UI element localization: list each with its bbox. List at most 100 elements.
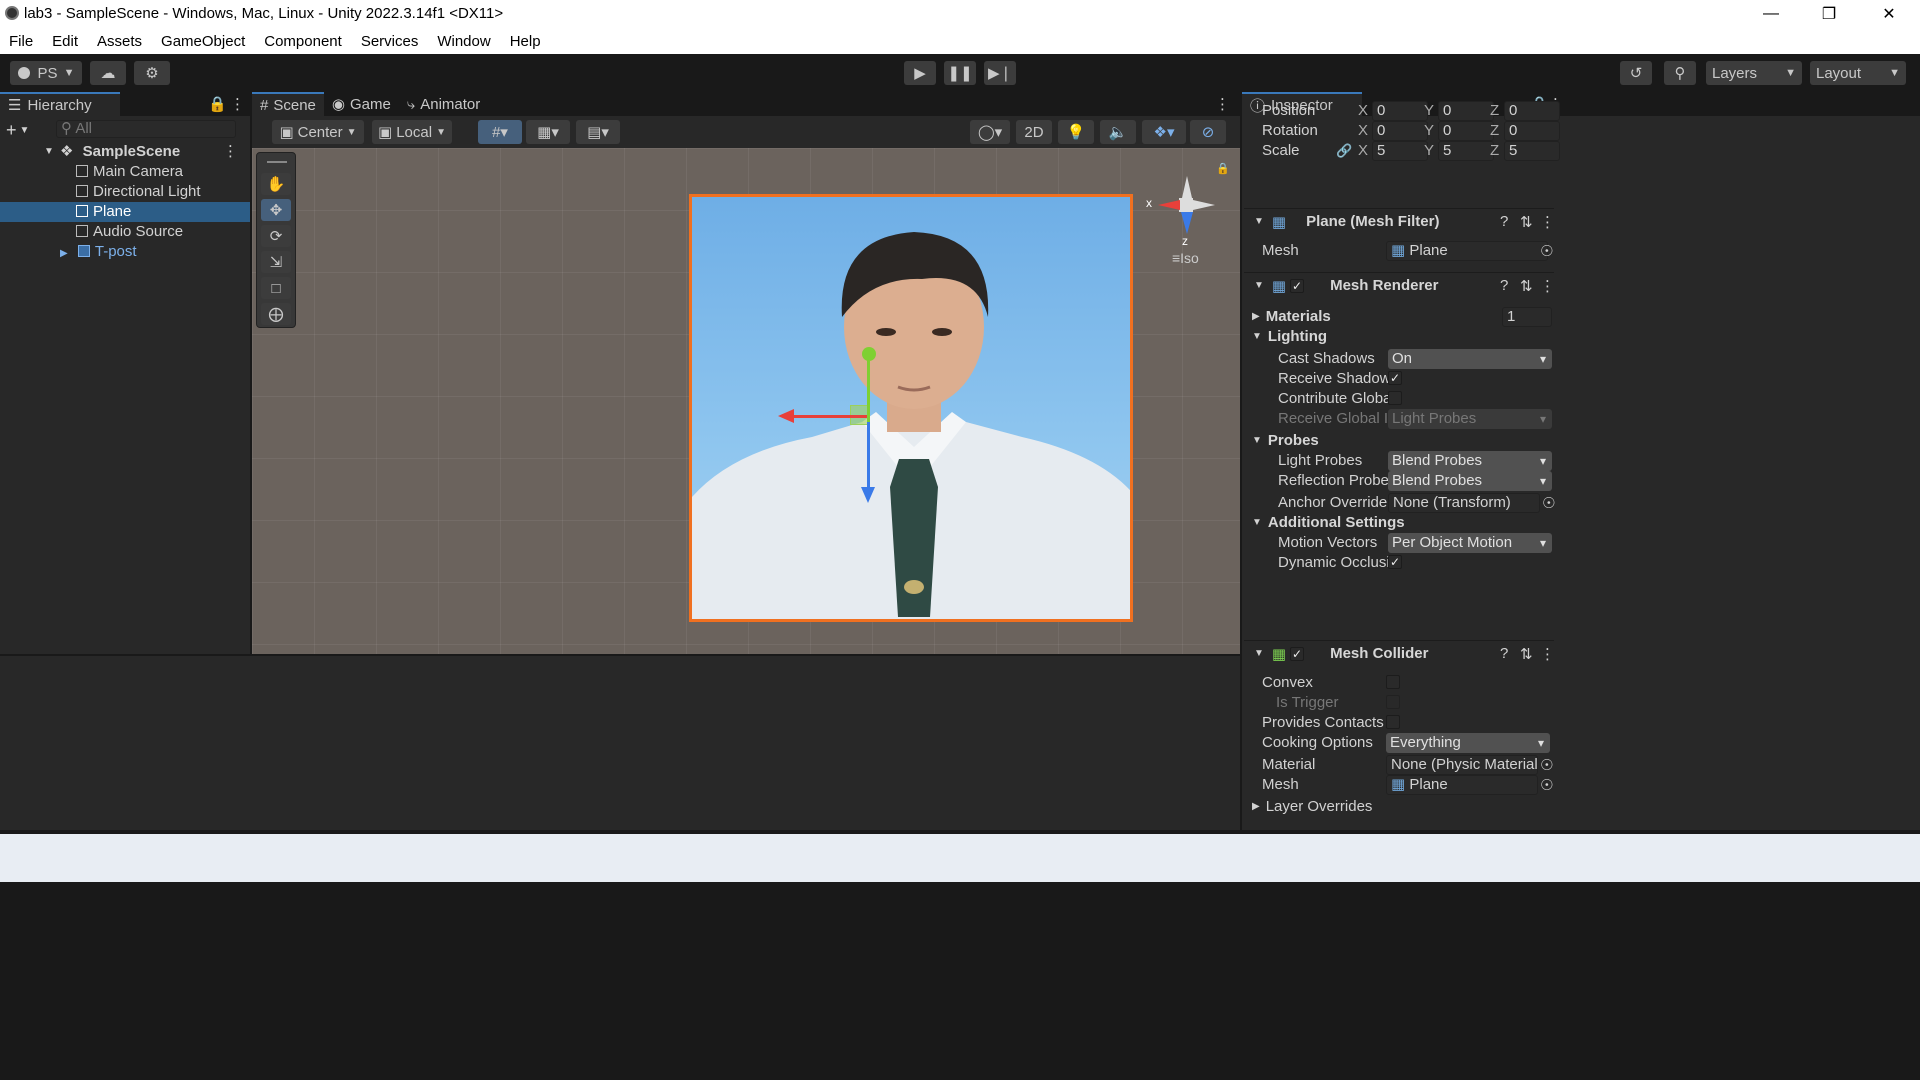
maximize-button[interactable]: ❐	[1800, 0, 1858, 28]
menu-window[interactable]: Window	[437, 33, 490, 50]
minimize-button[interactable]: —	[1742, 0, 1800, 28]
scale-x-field[interactable]: 5	[1372, 140, 1428, 161]
rotate-tool-button[interactable]: ⟳	[261, 225, 291, 247]
help-icon[interactable]: ?	[1500, 277, 1508, 294]
x-axis-arrow-icon[interactable]	[778, 409, 794, 423]
gizmo-x-cone-icon[interactable]	[1158, 200, 1180, 210]
tab-hierarchy[interactable]: ☰ Hierarchy	[0, 92, 120, 116]
play-button[interactable]: ▶	[904, 61, 936, 85]
preset-icon[interactable]: ⇅	[1520, 277, 1533, 295]
pause-button[interactable]: ❚❚	[944, 61, 976, 85]
more-icon[interactable]: ⋮	[1540, 277, 1555, 295]
mesh-collider-header[interactable]: ▼ ▦ ✓ Mesh Collider ? ⇅ ⋮	[1244, 640, 1555, 666]
dynamic-occlusion-checkbox[interactable]: ✓	[1388, 555, 1402, 569]
increment-snap-button[interactable]: ▤▾	[576, 120, 620, 144]
mesh-filter-header[interactable]: ▼ ▦ Plane (Mesh Filter) ? ⇅ ⋮	[1244, 208, 1555, 234]
move-tool-button[interactable]: ✥	[261, 199, 291, 221]
more-icon[interactable]: ⋮	[230, 95, 245, 113]
foldout-arrow-icon[interactable]: ▼	[1254, 216, 1264, 227]
hierarchy-item[interactable]: Main Camera	[0, 162, 250, 182]
link-icon[interactable]: 🔗	[1336, 143, 1352, 159]
cooking-options-dropdown[interactable]: Everything	[1386, 732, 1550, 753]
pivot-dropdown[interactable]: ▣ Center ▼	[272, 120, 364, 144]
chevron-down-icon[interactable]: ▼	[20, 125, 30, 136]
orientation-gizmo[interactable]: x z ≡Iso 🔒	[1146, 163, 1230, 270]
gizmo-lock-icon[interactable]: 🔒	[1216, 162, 1230, 175]
menu-assets[interactable]: Assets	[97, 33, 142, 50]
scale-y-field[interactable]: 5	[1438, 140, 1494, 161]
menu-services[interactable]: Services	[361, 33, 419, 50]
space-dropdown[interactable]: ▣ Local ▼	[372, 120, 452, 144]
tab-game[interactable]: ◉ Game	[324, 92, 399, 116]
object-picker-icon[interactable]: ☉	[1540, 776, 1553, 794]
mesh-field[interactable]: ▦ Plane	[1386, 240, 1548, 261]
receive-shadows-checkbox[interactable]: ✓	[1388, 371, 1402, 385]
help-icon[interactable]: ?	[1500, 645, 1508, 662]
more-icon[interactable]: ⋮	[223, 142, 238, 162]
layers-dropdown[interactable]: Layers ▼	[1706, 61, 1802, 85]
cloud-button[interactable]: ☁	[90, 61, 126, 85]
preset-icon[interactable]: ⇅	[1520, 645, 1533, 663]
collab-settings-button[interactable]: ⚙	[134, 61, 170, 85]
hierarchy-item[interactable]: Directional Light	[0, 182, 250, 202]
menu-gameobject[interactable]: GameObject	[161, 33, 245, 50]
gizmo-center-cube[interactable]	[1179, 198, 1193, 212]
more-icon[interactable]: ⋮	[1215, 95, 1230, 113]
mesh-renderer-enabled-checkbox[interactable]: ✓	[1290, 279, 1304, 293]
tab-animator[interactable]: ⤷ Animator	[399, 92, 488, 116]
gizmo-y-cone-icon[interactable]	[1182, 176, 1192, 198]
menu-component[interactable]: Component	[264, 33, 342, 50]
effects-dropdown[interactable]: ❖▾	[1142, 120, 1186, 144]
menu-edit[interactable]: Edit	[52, 33, 78, 50]
mesh-collider-enabled-checkbox[interactable]: ✓	[1290, 647, 1304, 661]
gizmo-neg-x-cone-icon[interactable]	[1193, 200, 1215, 210]
hand-tool-button[interactable]: ✋	[261, 173, 291, 195]
layer-overrides-row[interactable]: ▶ Layer Overrides	[1252, 794, 1552, 819]
preset-icon[interactable]: ⇅	[1520, 213, 1533, 231]
lighting-toggle-button[interactable]: 💡	[1058, 120, 1094, 144]
hierarchy-item[interactable]: Audio Source	[0, 222, 250, 242]
more-icon[interactable]: ⋮	[1540, 213, 1555, 231]
menu-file[interactable]: File	[9, 33, 33, 50]
z-axis-arrow-icon[interactable]	[861, 487, 875, 503]
projection-label[interactable]: ≡Iso	[1172, 250, 1199, 266]
provides-contacts-checkbox[interactable]	[1386, 715, 1400, 729]
grid-visibility-button[interactable]: ▦▾	[526, 120, 570, 144]
move-gizmo-x-axis[interactable]	[792, 415, 870, 418]
undo-history-button[interactable]: ↺	[1620, 61, 1652, 85]
draw-mode-dropdown[interactable]: ◯▾	[970, 120, 1010, 144]
hidden-objects-button[interactable]: ⊘	[1190, 120, 1226, 144]
contribute-gi-checkbox[interactable]	[1388, 391, 1402, 405]
y-axis-cone-icon[interactable]	[862, 347, 876, 361]
search-button[interactable]: ⚲	[1664, 61, 1696, 85]
scale-z-field[interactable]: 5	[1504, 140, 1560, 161]
snap-grid-button[interactable]: #▾	[478, 120, 522, 144]
scale-tool-button[interactable]: ⇲	[261, 251, 291, 273]
reflection-probes-dropdown[interactable]: Blend Probes	[1388, 470, 1552, 491]
scene-viewport[interactable]: ✋ ✥ ⟳ ⇲ □ ⨁ x z ≡Iso 🔒	[252, 148, 1240, 654]
menu-help[interactable]: Help	[510, 33, 541, 50]
foldout-arrow-icon[interactable]: ▼	[1254, 648, 1264, 659]
layout-dropdown[interactable]: Layout ▼	[1810, 61, 1906, 85]
collider-mesh-field[interactable]: ▦ Plane	[1386, 774, 1538, 795]
rect-tool-button[interactable]: □	[261, 277, 291, 299]
close-button[interactable]: ✕	[1860, 0, 1918, 28]
hierarchy-item-selected[interactable]: Plane	[0, 202, 250, 222]
audio-toggle-button[interactable]: 🔈	[1100, 120, 1136, 144]
object-picker-icon[interactable]: ☉	[1542, 494, 1555, 512]
hierarchy-item-prefab[interactable]: ▶ T-post	[0, 242, 250, 262]
mesh-renderer-header[interactable]: ▼ ▦ ✓ Mesh Renderer ? ⇅ ⋮	[1244, 272, 1555, 298]
plane-object[interactable]	[689, 194, 1133, 622]
gizmo-z-cone-icon[interactable]	[1181, 212, 1193, 234]
foldout-arrow-icon[interactable]: ▼	[1254, 280, 1264, 291]
help-icon[interactable]: ?	[1500, 213, 1508, 230]
tab-scene[interactable]: # Scene	[252, 92, 324, 116]
convex-checkbox[interactable]	[1386, 675, 1400, 689]
toggle-2d-button[interactable]: 2D	[1016, 120, 1052, 144]
move-gizmo-z-axis[interactable]	[867, 422, 870, 492]
lock-icon[interactable]: 🔒	[208, 95, 227, 113]
account-dropdown[interactable]: PS ▼	[10, 61, 82, 85]
hierarchy-search-input[interactable]: ⚲ All	[56, 120, 236, 138]
more-icon[interactable]: ⋮	[1540, 645, 1555, 663]
hierarchy-scene-row[interactable]: ▼ ❖ SampleScene ⋮	[0, 142, 250, 162]
